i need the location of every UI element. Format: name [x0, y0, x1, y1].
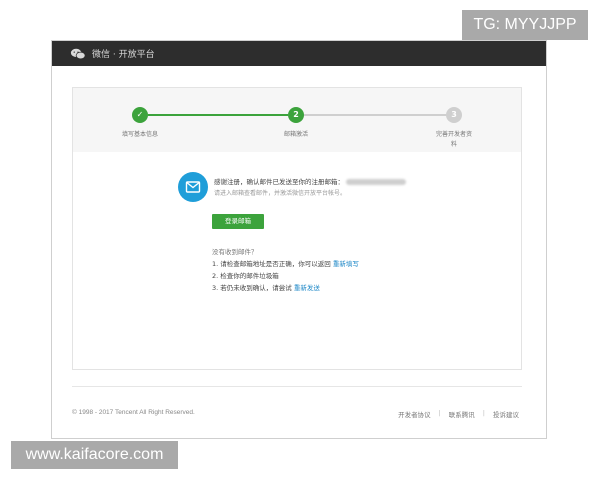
footer-divider: [72, 386, 522, 387]
step-2-label: 邮箱激活: [283, 131, 308, 138]
step-1-label: 填写基本信息: [121, 131, 158, 138]
login-email-button[interactable]: 登录邮箱: [212, 214, 264, 229]
tip-1-text: 1. 请检查邮箱地址是否正确，你可以返回: [212, 260, 331, 268]
wechat-logo-icon: [70, 48, 86, 59]
browser-window: 微信 · 开放平台 ✓ 2 3 填写基本信息 邮箱激活 完善开发者资料 感谢注册…: [51, 40, 547, 439]
step-line-done: [148, 114, 288, 116]
watermark-tg: TG: MYYJJPP: [462, 10, 588, 40]
footer-link-contact[interactable]: 联系腾讯: [449, 409, 475, 419]
footer-separator: |: [482, 409, 485, 417]
progress-steps: ✓ 2 3 填写基本信息 邮箱激活 完善开发者资料: [73, 88, 521, 152]
tip-3: 3. 若仍未收到确认，请尝试 重新发送: [212, 282, 320, 292]
resend-link[interactable]: 重新发送: [294, 284, 320, 292]
refill-link[interactable]: 重新填写: [333, 260, 359, 268]
footer-link-agreement[interactable]: 开发者协议: [398, 409, 431, 419]
tip-1: 1. 请检查邮箱地址是否正确，你可以返回 重新填写: [212, 258, 359, 268]
step-2-circle: 2: [288, 107, 304, 123]
step-1-circle: ✓: [132, 107, 148, 123]
footer-link-complaint[interactable]: 投诉建议: [493, 409, 519, 419]
step-3-label: 完善开发者资料: [435, 131, 472, 148]
footer-links: 开发者协议 | 联系腾讯 | 投诉建议: [398, 409, 519, 419]
registration-panel: ✓ 2 3 填写基本信息 邮箱激活 完善开发者资料 感谢注册，确认邮件已发送至你…: [72, 87, 522, 370]
step-3-circle: 3: [446, 107, 462, 123]
confirmation-message: 感谢注册，确认邮件已发送至你的注册邮箱：: [214, 176, 406, 186]
confirmation-hint: 请进入邮箱查看邮件，并激活微信开放平台帐号。: [214, 190, 347, 197]
tip-2-text: 2. 检查你的邮件垃圾箱: [212, 272, 279, 280]
site-title[interactable]: 微信 · 开放平台: [92, 47, 155, 60]
tip-3-text: 3. 若仍未收到确认，请尝试: [212, 284, 292, 292]
footer-separator: |: [438, 409, 441, 417]
tip-2: 2. 检查你的邮件垃圾箱: [212, 270, 279, 280]
step-line-pending: [304, 114, 446, 116]
mail-icon: [178, 172, 208, 202]
watermark-site: www.kaifacore.com: [11, 441, 178, 469]
confirmation-title: 感谢注册，确认邮件已发送至你的注册邮箱：: [214, 178, 344, 186]
copyright: © 1998 - 2017 Tencent All Right Reserved…: [72, 409, 195, 416]
top-nav-bar: 微信 · 开放平台: [52, 41, 546, 66]
redacted-email: [346, 179, 406, 185]
no-email-heading: 没有收到邮件？: [212, 248, 258, 256]
